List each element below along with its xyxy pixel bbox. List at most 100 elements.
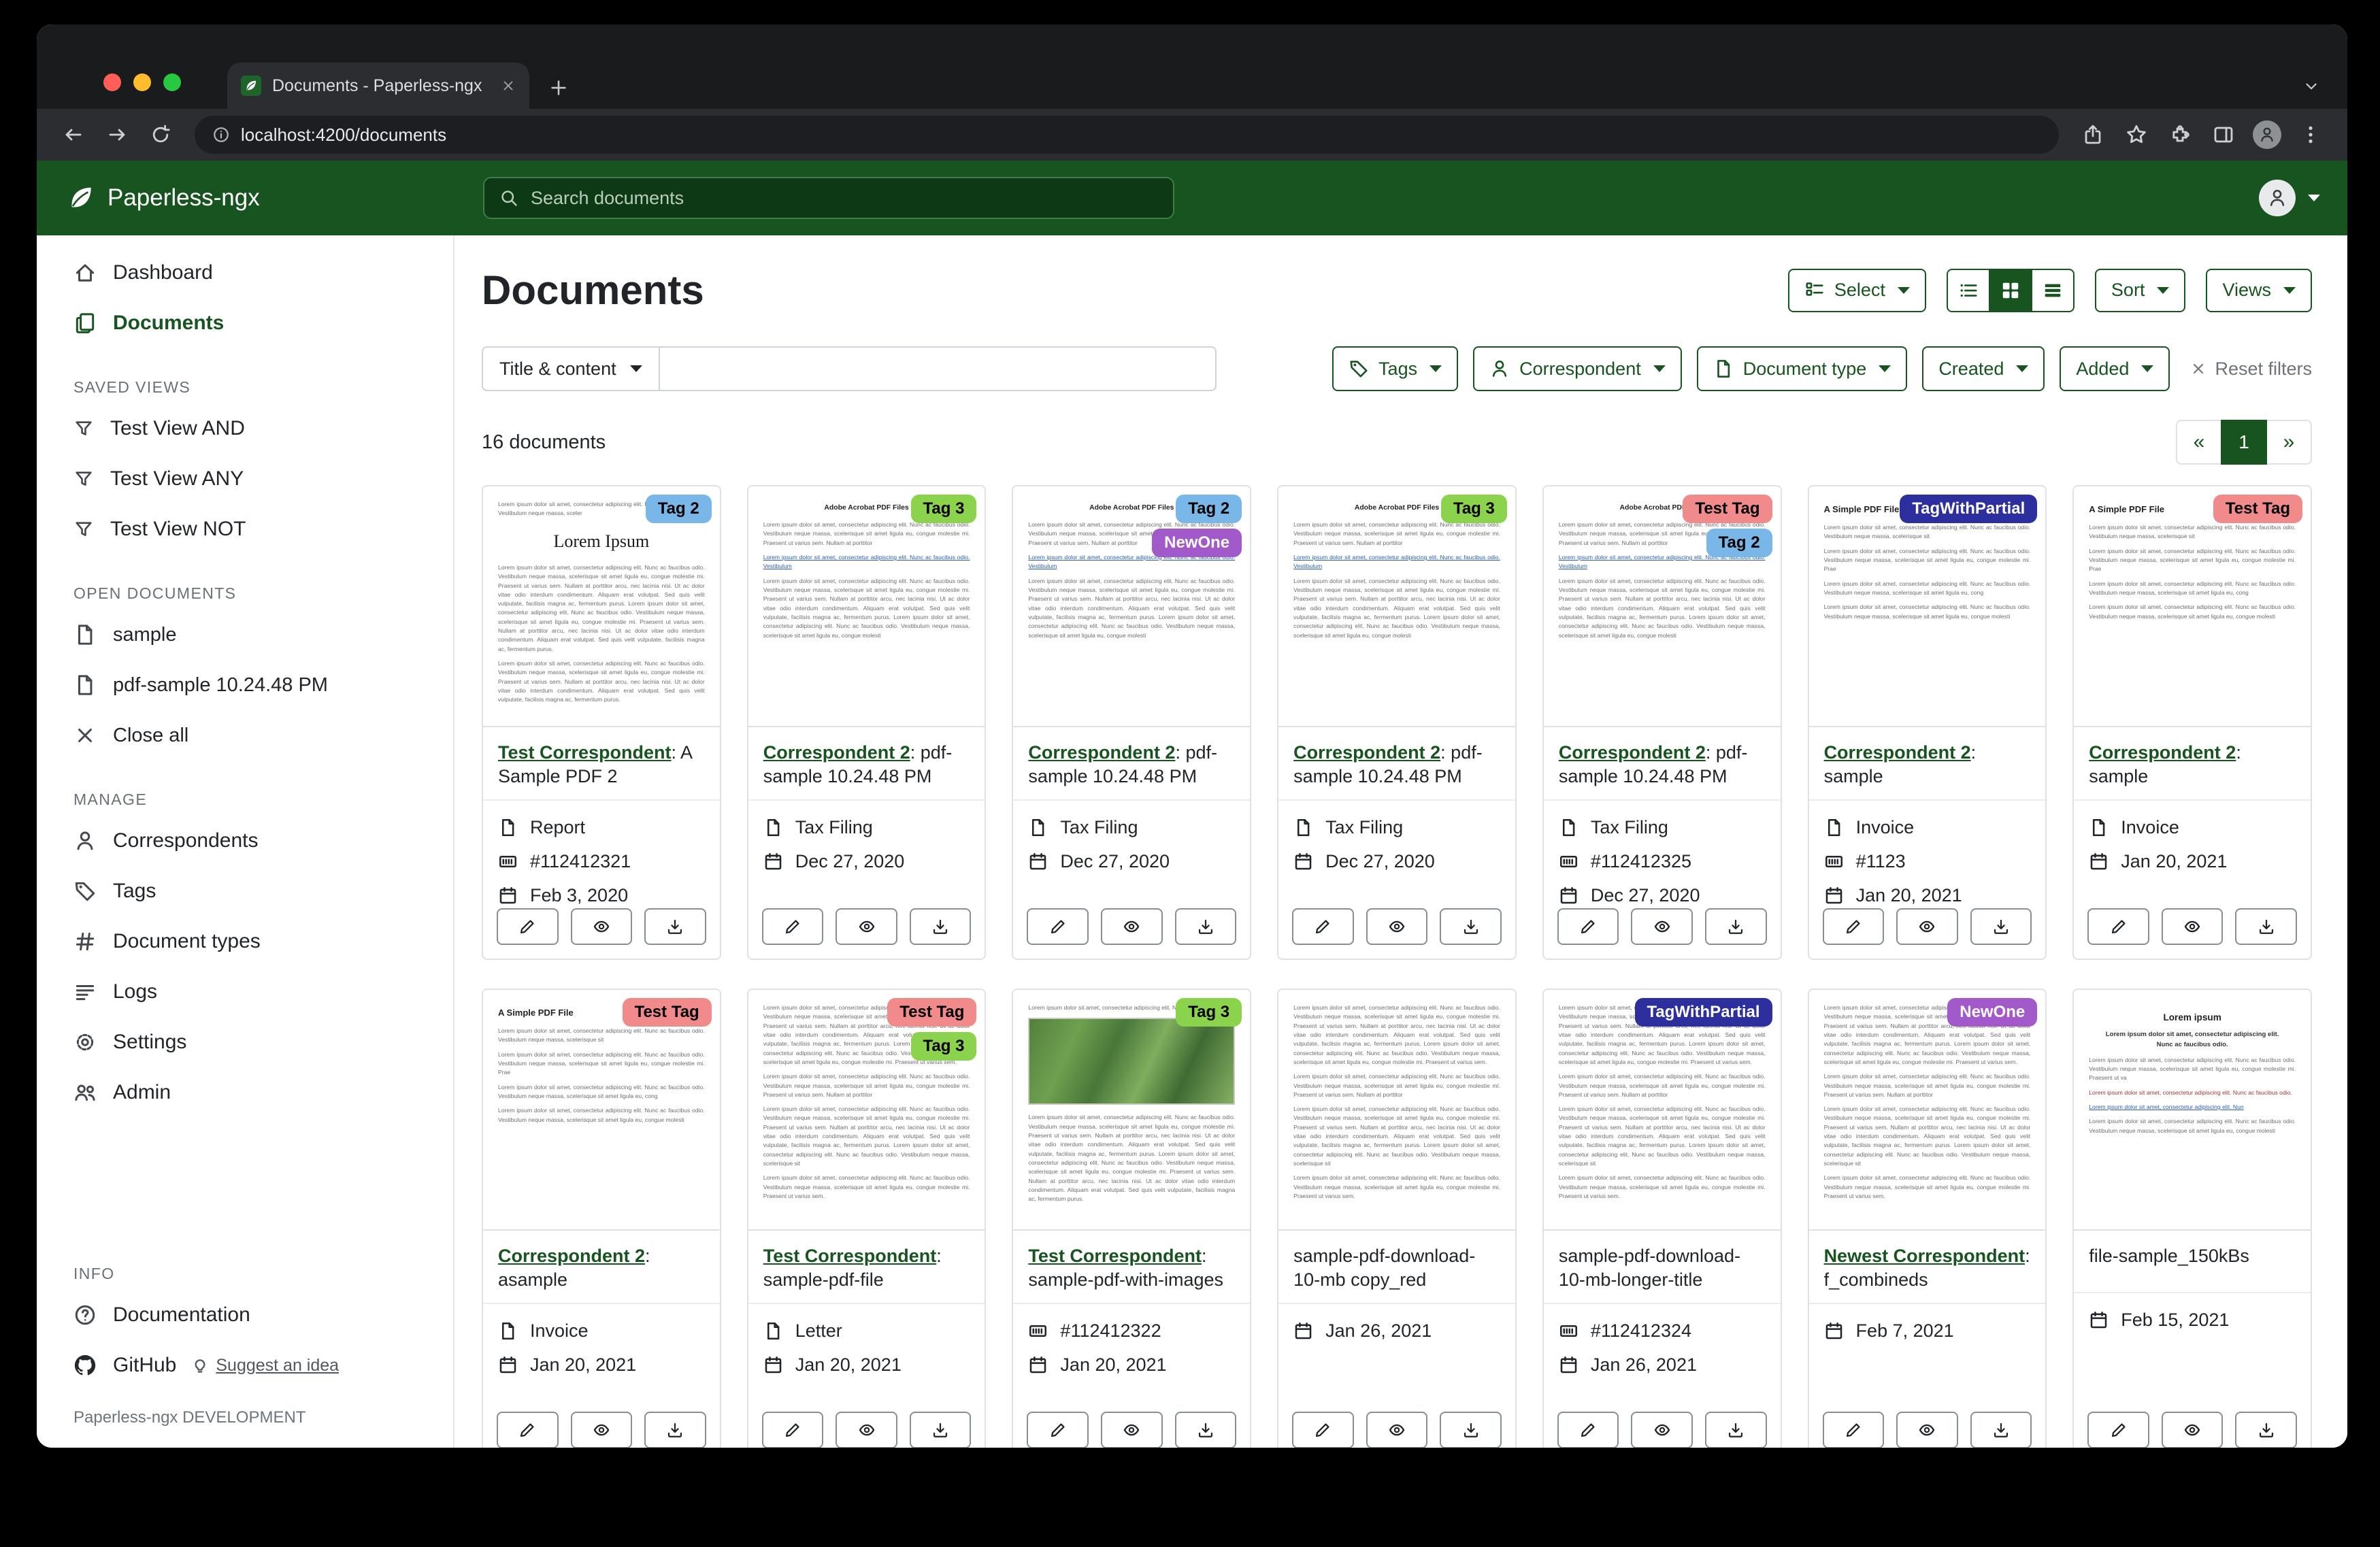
side-panel-icon[interactable] bbox=[2203, 114, 2244, 155]
edit-button[interactable] bbox=[497, 1412, 559, 1448]
document-type-filter-button[interactable]: Document type bbox=[1697, 346, 1908, 391]
page-1-button[interactable]: 1 bbox=[2221, 420, 2267, 465]
document-card[interactable]: Lorem ipsum dolor sit amet, consectetur … bbox=[1542, 988, 1782, 1448]
sidebar-item-github[interactable]: GitHub bbox=[73, 1354, 176, 1377]
profile-button[interactable] bbox=[2247, 114, 2287, 155]
correspondent-link[interactable]: Test Correspondent bbox=[498, 742, 672, 763]
correspondent-filter-button[interactable]: Correspondent bbox=[1473, 346, 1682, 391]
view-button[interactable] bbox=[836, 908, 897, 945]
document-title[interactable]: Test Correspondent: A Sample PDF 2 bbox=[483, 727, 720, 801]
document-thumbnail[interactable]: A Simple PDF FileLorem ipsum dolor sit a… bbox=[2074, 486, 2311, 727]
document-thumbnail[interactable]: Lorem ipsum dolor sit amet, consectetur … bbox=[748, 990, 985, 1231]
window-zoom-button[interactable] bbox=[163, 73, 181, 91]
bookmark-icon[interactable] bbox=[2116, 114, 2157, 155]
correspondent-link[interactable]: Correspondent 2 bbox=[1028, 742, 1175, 763]
download-button[interactable] bbox=[2235, 1412, 2297, 1448]
view-button[interactable] bbox=[571, 908, 633, 945]
edit-button[interactable] bbox=[1027, 908, 1089, 945]
document-thumbnail[interactable]: Lorem ipsum dolor sit amet, consectetur … bbox=[1278, 990, 1515, 1231]
filter-text-input[interactable] bbox=[660, 346, 1217, 391]
document-thumbnail[interactable]: A Simple PDF FileLorem ipsum dolor sit a… bbox=[483, 990, 720, 1231]
view-button[interactable] bbox=[1101, 1412, 1163, 1448]
tag-badge[interactable]: Test Tag bbox=[1683, 495, 1772, 523]
edit-button[interactable] bbox=[497, 908, 559, 945]
download-button[interactable] bbox=[644, 908, 706, 945]
edit-button[interactable] bbox=[1557, 1412, 1619, 1448]
document-card[interactable]: Adobe Acrobat PDF FilesLorem ipsum dolor… bbox=[1012, 485, 1251, 960]
download-button[interactable] bbox=[1440, 908, 1502, 945]
document-card[interactable]: Adobe Acrobat PDF FilesLorem ipsum dolor… bbox=[1542, 485, 1782, 960]
download-button[interactable] bbox=[910, 908, 972, 945]
download-button[interactable] bbox=[1970, 1412, 2032, 1448]
view-details-button[interactable] bbox=[2031, 269, 2075, 312]
browser-tab[interactable]: Documents - Paperless-ngx bbox=[227, 63, 529, 109]
added-filter-button[interactable]: Added bbox=[2060, 346, 2170, 391]
browser-menu-icon[interactable] bbox=[2290, 114, 2331, 155]
download-button[interactable] bbox=[1705, 1412, 1767, 1448]
sidebar-item-logs[interactable]: Logs bbox=[37, 967, 453, 1017]
new-tab-button[interactable] bbox=[548, 78, 569, 98]
sidebar-item-documentation[interactable]: Documentation bbox=[37, 1290, 453, 1340]
edit-button[interactable] bbox=[762, 908, 824, 945]
filter-field-dropdown[interactable]: Title & content bbox=[482, 346, 660, 391]
tag-badge[interactable]: Test Tag bbox=[2213, 495, 2302, 523]
download-button[interactable] bbox=[644, 1412, 706, 1448]
correspondent-link[interactable]: Correspondent 2 bbox=[1824, 742, 1971, 763]
user-menu[interactable] bbox=[2259, 180, 2320, 216]
sidebar-item-settings[interactable]: Settings bbox=[37, 1017, 453, 1067]
tag-badge[interactable]: Tag 3 bbox=[1441, 495, 1507, 523]
correspondent-link[interactable]: Newest Correspondent bbox=[1824, 1246, 2026, 1266]
correspondent-link[interactable]: Correspondent 2 bbox=[1293, 742, 1440, 763]
document-card[interactable]: Adobe Acrobat PDF FilesLorem ipsum dolor… bbox=[747, 485, 987, 960]
sidebar-item-admin[interactable]: Admin bbox=[37, 1067, 453, 1118]
view-button[interactable] bbox=[1631, 1412, 1693, 1448]
sidebar-item-dashboard[interactable]: Dashboard bbox=[37, 248, 453, 298]
document-title[interactable]: Correspondent 2: sample bbox=[2074, 727, 2311, 801]
view-button[interactable] bbox=[571, 1412, 633, 1448]
edit-button[interactable] bbox=[1027, 1412, 1089, 1448]
edit-button[interactable] bbox=[1823, 1412, 1885, 1448]
tag-badge[interactable]: Tag 2 bbox=[1706, 529, 1772, 557]
document-title[interactable]: sample-pdf-download-10-mb-longer-title bbox=[1544, 1231, 1781, 1304]
view-button[interactable] bbox=[1101, 908, 1163, 945]
edit-button[interactable] bbox=[762, 1412, 824, 1448]
tab-search-icon[interactable] bbox=[2302, 78, 2320, 95]
views-button[interactable]: Views bbox=[2206, 269, 2312, 312]
edit-button[interactable] bbox=[1557, 908, 1619, 945]
edit-button[interactable] bbox=[1292, 908, 1354, 945]
view-grid-button[interactable] bbox=[1989, 269, 2032, 312]
close-all-button[interactable]: Close all bbox=[37, 710, 453, 761]
edit-button[interactable] bbox=[1823, 908, 1885, 945]
document-title[interactable]: Test Correspondent: sample-pdf-with-imag… bbox=[1013, 1231, 1250, 1304]
document-card[interactable]: Lorem ipsum dolor sit amet, consectetur … bbox=[1012, 988, 1251, 1448]
document-card[interactable]: Lorem ipsum dolor sit amet, consectetur … bbox=[1808, 988, 2047, 1448]
document-thumbnail[interactable]: Adobe Acrobat PDF FilesLorem ipsum dolor… bbox=[748, 486, 985, 727]
download-button[interactable] bbox=[1175, 908, 1237, 945]
sidebar-item-test-view-and[interactable]: Test View AND bbox=[37, 403, 453, 454]
tag-badge[interactable]: Test Tag bbox=[887, 998, 976, 1027]
sidebar-item-correspondents[interactable]: Correspondents bbox=[37, 816, 453, 866]
sidebar-item-tags[interactable]: Tags bbox=[37, 866, 453, 916]
tag-badge[interactable]: NewOne bbox=[1947, 998, 2037, 1027]
window-close-button[interactable] bbox=[103, 73, 121, 91]
sidebar-item-test-view-not[interactable]: Test View NOT bbox=[37, 504, 453, 554]
tag-badge[interactable]: Tag 2 bbox=[646, 495, 712, 523]
download-button[interactable] bbox=[1970, 908, 2032, 945]
document-title[interactable]: Correspondent 2: asample bbox=[483, 1231, 720, 1304]
view-button[interactable] bbox=[1366, 1412, 1428, 1448]
view-list-button[interactable] bbox=[1947, 269, 1990, 312]
address-bar[interactable]: localhost:4200/documents bbox=[195, 116, 2059, 154]
document-thumbnail[interactable]: Lorem ipsumLorem ipsum dolor sit amet, c… bbox=[2074, 990, 2311, 1231]
tags-filter-button[interactable]: Tags bbox=[1332, 346, 1458, 391]
sidebar-item-open-doc-pdf-sample[interactable]: pdf-sample 10.24.48 PM bbox=[37, 660, 453, 710]
tag-badge[interactable]: NewOne bbox=[1152, 529, 1242, 557]
document-card[interactable]: A Simple PDF FileLorem ipsum dolor sit a… bbox=[2072, 485, 2312, 960]
suggest-idea-link[interactable]: Suggest an idea bbox=[191, 1356, 339, 1376]
document-title[interactable]: file-sample_150kBs bbox=[2074, 1231, 2311, 1293]
previous-page-button[interactable]: « bbox=[2176, 420, 2222, 465]
download-button[interactable] bbox=[1175, 1412, 1237, 1448]
reload-icon[interactable] bbox=[140, 114, 181, 155]
document-card[interactable]: A Simple PDF FileLorem ipsum dolor sit a… bbox=[482, 988, 721, 1448]
correspondent-link[interactable]: Correspondent 2 bbox=[2089, 742, 2236, 763]
created-filter-button[interactable]: Created bbox=[1922, 346, 2045, 391]
